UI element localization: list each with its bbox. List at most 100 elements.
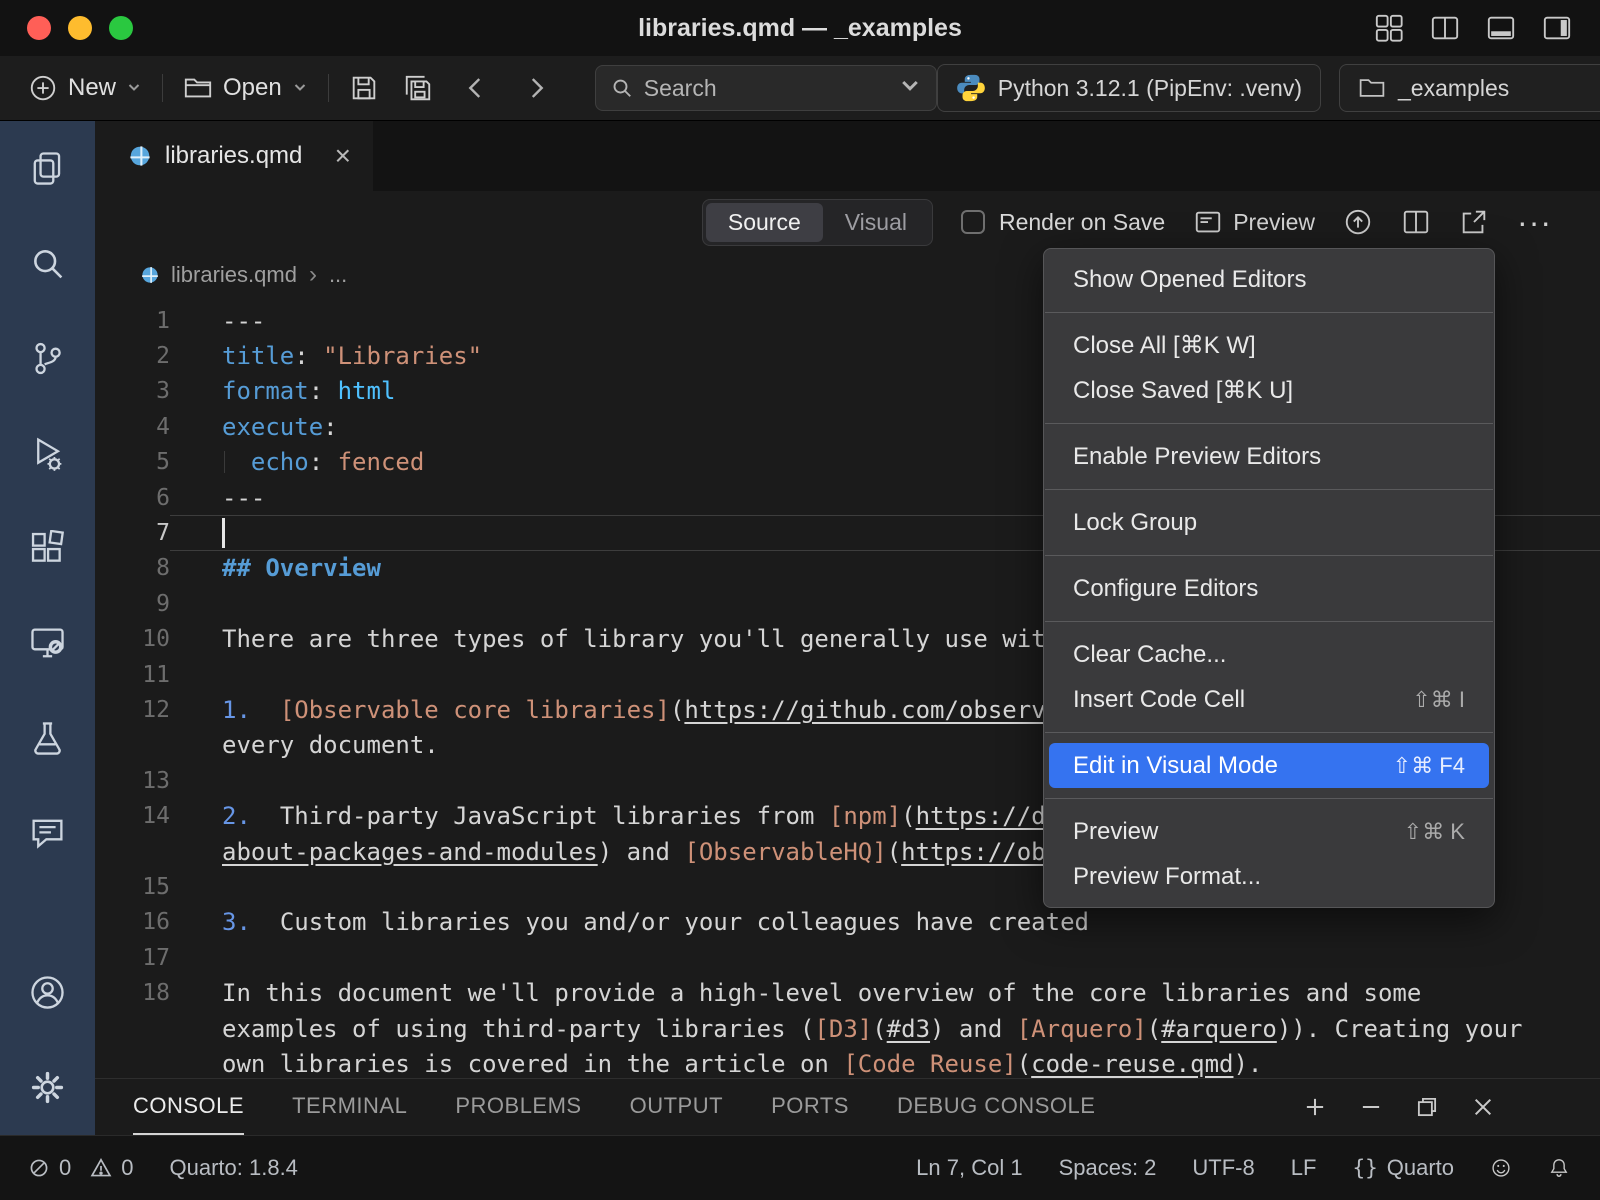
activitybar-item-source-control[interactable] bbox=[0, 311, 95, 406]
account-icon bbox=[29, 974, 66, 1011]
forward-icon[interactable] bbox=[523, 75, 549, 101]
activitybar-item-testing[interactable] bbox=[0, 691, 95, 786]
menu-item[interactable]: Preview⇧⌘ K bbox=[1049, 809, 1489, 854]
menu-item[interactable]: Enable Preview Editors bbox=[1049, 434, 1489, 479]
feedback-smiley-icon[interactable] bbox=[1490, 1157, 1512, 1179]
source-visual-toggle: Source Visual bbox=[702, 199, 933, 246]
panel-tab-bar: CONSOLE TERMINAL PROBLEMS OUTPUT PORTS DEBUG … bbox=[95, 1078, 1600, 1135]
customize-layout-icon[interactable] bbox=[1374, 13, 1404, 43]
code-line[interactable]: 163. Custom libraries you and/or your co… bbox=[95, 905, 1600, 940]
panel-tab-debug-console[interactable]: DEBUG CONSOLE bbox=[897, 1079, 1095, 1135]
activitybar-item-sessions[interactable] bbox=[0, 596, 95, 691]
interpreter-selector[interactable]: Python 3.12.1 (PipEnv: .venv) bbox=[937, 64, 1321, 112]
add-icon[interactable] bbox=[1302, 1094, 1328, 1120]
line-number: 11 bbox=[95, 662, 170, 688]
window-title: libraries.qmd — _examples bbox=[0, 14, 1600, 43]
workspace-selector[interactable]: _examples bbox=[1339, 64, 1600, 112]
titlebar: libraries.qmd — _examples bbox=[0, 0, 1600, 56]
line-number: 14 bbox=[95, 803, 170, 829]
visual-mode-button[interactable]: Visual bbox=[823, 203, 929, 242]
tab-close-icon[interactable]: × bbox=[335, 142, 351, 170]
activitybar-item-chat[interactable] bbox=[0, 786, 95, 881]
panel-right-icon[interactable] bbox=[1542, 13, 1572, 43]
menu-item[interactable]: Show Opened Editors bbox=[1049, 257, 1489, 302]
status-line-col[interactable]: Ln 7, Col 1 bbox=[916, 1155, 1022, 1181]
open-button-label: Open bbox=[223, 74, 282, 102]
panel-tab-output[interactable]: OUTPUT bbox=[630, 1079, 723, 1135]
breadcrumb-file[interactable]: libraries.qmd bbox=[171, 262, 297, 288]
open-in-new-window-icon[interactable] bbox=[1459, 207, 1489, 237]
tab-libraries-qmd[interactable]: libraries.qmd × bbox=[95, 121, 373, 191]
folder-open-icon bbox=[183, 73, 213, 103]
menu-item[interactable]: Configure Editors bbox=[1049, 566, 1489, 611]
line-number: 6 bbox=[95, 485, 170, 511]
menu-item[interactable]: Lock Group bbox=[1049, 500, 1489, 545]
line-number: 7 bbox=[95, 520, 170, 546]
menu-item[interactable]: Preview Format... bbox=[1049, 854, 1489, 899]
notifications-bell-icon[interactable] bbox=[1548, 1157, 1570, 1179]
quarto-icon bbox=[129, 145, 151, 167]
back-icon[interactable] bbox=[463, 75, 489, 101]
close-window-button[interactable] bbox=[27, 16, 51, 40]
activitybar-item-accounts[interactable] bbox=[0, 945, 95, 1040]
status-quarto-version[interactable]: Quarto: 1.8.4 bbox=[170, 1155, 298, 1181]
publish-icon[interactable] bbox=[1343, 207, 1373, 237]
code-line[interactable]: 17 bbox=[95, 940, 1600, 975]
sessions-icon bbox=[29, 625, 66, 662]
code-line[interactable]: 18In this document we'll provide a high-… bbox=[95, 975, 1600, 1010]
status-indent[interactable]: Spaces: 2 bbox=[1059, 1155, 1157, 1181]
preview-button[interactable]: Preview bbox=[1193, 207, 1315, 237]
panel-tab-terminal[interactable]: TERMINAL bbox=[292, 1079, 407, 1135]
new-button[interactable]: New bbox=[28, 73, 142, 103]
line-number: 16 bbox=[95, 909, 170, 935]
zoom-window-button[interactable] bbox=[109, 16, 133, 40]
activitybar-item-search[interactable] bbox=[0, 216, 95, 311]
open-button[interactable]: Open bbox=[183, 73, 308, 103]
line-number: 2 bbox=[95, 343, 170, 369]
minimize-window-button[interactable] bbox=[68, 16, 92, 40]
breadcrumb-more[interactable]: ... bbox=[329, 262, 347, 288]
warning-count: 0 bbox=[121, 1155, 133, 1181]
panel-bottom-icon[interactable] bbox=[1486, 13, 1516, 43]
source-mode-button[interactable]: Source bbox=[706, 203, 823, 242]
close-icon[interactable] bbox=[1470, 1094, 1496, 1120]
activitybar-item-extensions[interactable] bbox=[0, 501, 95, 596]
preview-icon bbox=[1193, 207, 1223, 237]
line-number: 4 bbox=[95, 414, 170, 440]
activitybar-item-explorer[interactable] bbox=[0, 121, 95, 216]
status-language-mode[interactable]: {} Quarto bbox=[1352, 1155, 1454, 1181]
menu-item[interactable]: Close Saved [⌘K U] bbox=[1049, 368, 1489, 413]
render-on-save-checkbox[interactable] bbox=[961, 210, 985, 234]
line-number: 5 bbox=[95, 449, 170, 475]
app-window: libraries.qmd — _examples New Open bbox=[0, 0, 1600, 1200]
chevron-down-icon bbox=[898, 73, 922, 103]
activitybar-item-settings[interactable] bbox=[0, 1040, 95, 1135]
save-all-button[interactable] bbox=[403, 73, 433, 103]
split-editor-icon[interactable] bbox=[1401, 207, 1431, 237]
panel-tab-console[interactable]: CONSOLE bbox=[133, 1079, 244, 1135]
panel-tab-ports[interactable]: PORTS bbox=[771, 1079, 849, 1135]
panel-tab-problems[interactable]: PROBLEMS bbox=[455, 1079, 581, 1135]
code-line[interactable]: examples of using third-party libraries … bbox=[95, 1011, 1600, 1046]
menu-separator bbox=[1045, 423, 1493, 424]
line-number: 17 bbox=[95, 945, 170, 971]
activitybar-item-run-debug[interactable] bbox=[0, 406, 95, 501]
status-encoding[interactable]: UTF-8 bbox=[1192, 1155, 1254, 1181]
toolbar-divider bbox=[162, 74, 163, 102]
problems-status[interactable]: 0 0 bbox=[28, 1155, 134, 1181]
save-button[interactable] bbox=[349, 73, 379, 103]
restore-icon[interactable] bbox=[1414, 1094, 1440, 1120]
split-columns-icon[interactable] bbox=[1430, 13, 1460, 43]
code-line[interactable]: own libraries is covered in the article … bbox=[95, 1046, 1600, 1078]
menu-item[interactable]: Close All [⌘K W] bbox=[1049, 323, 1489, 368]
search-input[interactable]: Search bbox=[595, 65, 937, 111]
menu-item[interactable]: Clear Cache... bbox=[1049, 632, 1489, 677]
menu-item[interactable]: Edit in Visual Mode⇧⌘ F4 bbox=[1049, 743, 1489, 788]
menu-item[interactable]: Insert Code Cell⇧⌘ I bbox=[1049, 677, 1489, 722]
status-eol[interactable]: LF bbox=[1291, 1155, 1317, 1181]
testing-icon bbox=[29, 720, 66, 757]
plus-circle-icon bbox=[28, 73, 58, 103]
toolbar-divider bbox=[328, 74, 329, 102]
line-number: 1 bbox=[95, 308, 170, 334]
minimize-icon[interactable] bbox=[1358, 1094, 1384, 1120]
